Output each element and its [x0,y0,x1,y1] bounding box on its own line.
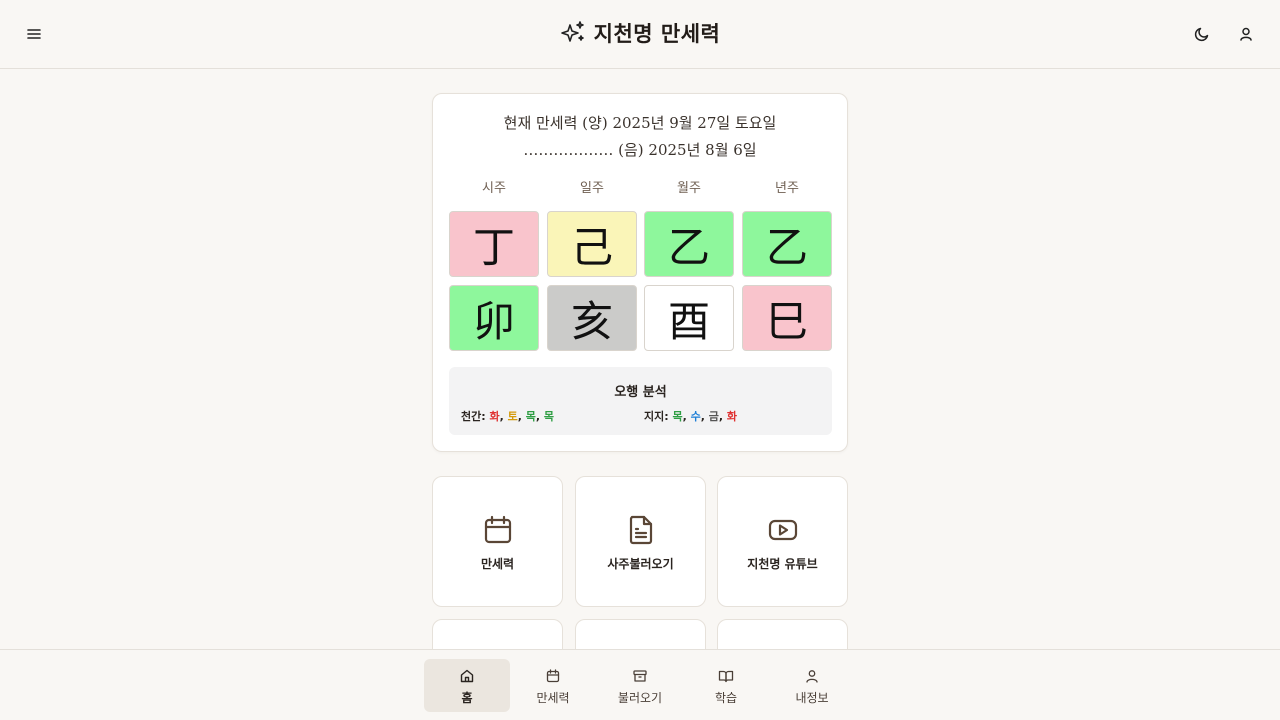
five-elements-analysis: 오행 분석 천간: 화, 토, 목, 목 지지: 목, 수, 금, 화 [449,367,832,435]
youtube-icon [768,519,797,541]
branch-element-1: 수 [690,410,701,423]
branch-element-0: 목 [672,410,683,423]
tile-label: 사주불러오기 [607,557,674,571]
nav-label: 내정보 [795,691,829,705]
book-open-icon [718,670,734,683]
pillar-label-year: 년주 [775,181,799,196]
stem-element-0: 화 [489,410,500,423]
tile-load-saju[interactable]: 사주불러오기 [575,476,706,607]
top-header: 지천명 만세력 [0,0,1280,69]
branch-hour[interactable]: 卯 [449,285,539,351]
stem-month[interactable]: 乙 [644,211,734,277]
nav-study[interactable]: 학습 [683,659,769,712]
user-icon [806,670,818,683]
file-text-icon [629,515,652,545]
tile-youtube[interactable]: 지천명 유튜브 [717,476,848,607]
branches-elements: 목, 수, 금, 화 [672,410,738,423]
nav-manseryeok[interactable]: 만세력 [510,659,596,712]
calendar-icon [546,669,560,683]
stem-year[interactable]: 乙 [742,211,832,277]
nav-home[interactable]: 홈 [424,659,510,712]
saju-card: 현재 만세력 (양) 2025년 9월 27일 토요일 ……………… (음) 2… [432,93,848,452]
branches-label: 지지: [644,410,669,423]
solar-date: 현재 만세력 (양) 2025년 9월 27일 토요일 [503,114,777,132]
branch-year[interactable]: 巳 [742,285,832,351]
tile-label: 만세력 [480,557,515,571]
branch-day[interactable]: 亥 [547,285,637,351]
lunar-date: ……………… (음) 2025년 8월 6일 [523,141,757,159]
branch-month[interactable]: 酉 [644,285,734,351]
app-title: 지천명 만세력 [593,21,721,46]
pillar-label-month: 월주 [677,181,701,196]
pillar-label-hour: 시주 [482,181,506,196]
brand[interactable]: 지천명 만세력 [0,18,1280,48]
nav-label: 불러오기 [617,691,663,705]
pillar-label-day: 일주 [580,181,604,196]
analysis-title: 오행 분석 [614,385,667,400]
archive-icon [633,670,647,682]
branches-analysis: 지지: 목, 수, 금, 화 [644,408,737,424]
home-icon [460,669,474,683]
sparkles-icon [560,21,584,42]
bottom-nav: 홈 만세력 불러오기 학습 내정보 [0,649,1280,720]
branch-element-2: 금 [708,410,719,423]
branch-element-3: 화 [726,410,738,423]
stem-hour[interactable]: 丁 [449,211,539,277]
stem-element-3: 목 [543,410,555,423]
stem-day[interactable]: 己 [547,211,637,277]
stems-label: 천간: [461,410,486,423]
nav-label: 홈 [461,691,473,705]
nav-label: 만세력 [536,691,570,705]
stem-element-1: 토 [507,410,518,423]
stem-element-2: 목 [525,410,536,423]
user-icon [1240,27,1252,41]
calendar-icon [484,515,511,544]
nav-my-info[interactable]: 내정보 [769,659,855,712]
stems-analysis: 천간: 화, 토, 목, 목 [461,408,554,424]
user-button[interactable] [1232,20,1260,48]
stems-elements: 화, 토, 목, 목 [489,410,555,423]
moon-icon [1194,27,1209,42]
nav-label: 학습 [714,691,738,705]
tile-manseryeok[interactable]: 만세력 [432,476,563,607]
nav-load[interactable]: 불러오기 [597,659,683,712]
tile-label: 지천명 유튜브 [747,557,818,571]
theme-toggle-button[interactable] [1188,20,1216,48]
